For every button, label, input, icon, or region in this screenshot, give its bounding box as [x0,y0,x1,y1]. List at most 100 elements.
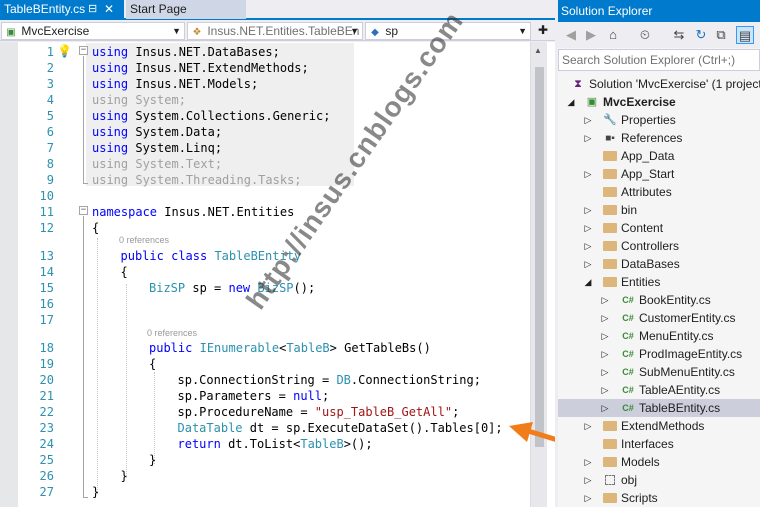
code-line-4: using System; [92,93,186,107]
tree-item-app-data[interactable]: App_Data [558,147,760,165]
tree-item-databases[interactable]: ▷ DataBases [558,255,760,273]
line-number: 5 [46,109,54,123]
forward-icon[interactable]: ▶ [582,26,600,44]
collapsed-arrow-icon[interactable]: ▷ [583,165,593,183]
close-icon[interactable]: ✕ [104,0,114,19]
tree-item-properties[interactable]: ▷ 🔧 Properties [558,111,760,129]
tree-item-controllers[interactable]: ▷ Controllers [558,237,760,255]
tree-item-app-start[interactable]: ▷ App_Start [558,165,760,183]
collapse-toggle-icon[interactable]: − [79,206,88,215]
tree-file-tablebentity[interactable]: ▷ C# TableBEntity.cs [558,399,760,417]
codelens-references[interactable]: 0 references [147,327,197,339]
tree-item-label: Models [621,455,660,469]
tree-file-submenuentity[interactable]: ▷ C# SubMenuEntity.cs [558,363,760,381]
back-icon[interactable]: ◀ [562,26,580,44]
collapsed-arrow-icon[interactable]: ▷ [583,255,593,273]
tree-solution[interactable]: ⧗ Solution 'MvcExercise' (1 project) [558,75,760,93]
tree-item-label: bin [621,203,638,217]
codelens-references[interactable]: 0 references [119,234,169,246]
collapsed-arrow-icon[interactable]: ▷ [583,237,593,255]
tree-file-bookentity[interactable]: ▷ C# BookEntity.cs [558,291,760,309]
tree-item-label: App_Data [621,149,675,163]
collapsed-arrow-icon[interactable]: ▷ [600,381,610,399]
tree-file-prodimageentity[interactable]: ▷ C# ProdImageEntity.cs [558,345,760,363]
type-dropdown[interactable]: ❖ Insus.NET.Entities.TableBEn ▼ [187,22,363,40]
tree-item-label: SubMenuEntity.cs [639,365,735,379]
collapsed-arrow-icon[interactable]: ▷ [600,327,610,345]
folder-icon [602,237,618,257]
collapsed-arrow-icon[interactable]: ▷ [600,399,610,417]
collapsed-arrow-icon[interactable]: ▷ [600,345,610,363]
tree-file-customerentity[interactable]: ▷ C# CustomerEntity.cs [558,309,760,327]
tree-project[interactable]: ◢ ▣ MvcExercise [558,93,760,111]
tree-item-references[interactable]: ▷ ■▪ References [558,129,760,147]
home-icon[interactable]: ⌂ [604,26,622,44]
tab-tablebentity[interactable]: TableBEntity.cs ⊟ ✕ [0,0,124,19]
tree-item-label: Solution 'MvcExercise' (1 project) [589,77,760,91]
tree-item-attributes[interactable]: Attributes [558,183,760,201]
folder-icon [602,255,618,275]
folder-icon [602,273,618,293]
line-number: 13 [39,249,54,263]
collapsed-arrow-icon[interactable]: ▷ [583,111,593,129]
scroll-up-icon[interactable]: ▲ [534,46,542,55]
code-editor[interactable]: 1 2 3 4 5 6 7 8 9 10 11 12 13 14 15 16 17 18 19 20 21 22 23 24 2… [0,6,593,507]
solution-explorer-search[interactable]: Search Solution Explorer (Ctrl+;) [558,49,760,71]
line-number: 26 [39,469,54,483]
collapsed-arrow-icon[interactable]: ▷ [583,129,593,147]
line-number: 16 [39,297,54,311]
line-number: 22 [39,405,54,419]
collapsed-arrow-icon[interactable]: ▷ [583,417,593,435]
tree-file-tableaentity[interactable]: ▷ C# TableAEntity.cs [558,381,760,399]
code-line-7: using System.Linq; [92,141,223,155]
document-tab-strip: TableBEntity.cs ⊟ ✕ Start Page [0,0,555,20]
history-icon[interactable]: ⏲ [636,26,654,44]
collapsed-arrow-icon[interactable]: ▷ [600,291,610,309]
show-all-files-icon[interactable]: ▤ [736,26,754,44]
tree-item-scripts[interactable]: ▷ Scripts [558,489,760,507]
tree-item-label: ProdImageEntity.cs [639,347,743,361]
tree-item-label: ExtendMethods [621,419,705,433]
tree-item-label: DataBases [621,257,680,271]
indent-guide [126,284,127,478]
collapsed-arrow-icon[interactable]: ▷ [583,219,593,237]
collapsed-arrow-icon[interactable]: ▷ [600,309,610,327]
collapsed-arrow-icon[interactable]: ▷ [583,453,593,471]
collapse-toggle-icon[interactable]: − [79,46,88,55]
sync-icon[interactable]: ⇆ [670,26,688,44]
csharp-file-icon: C# [622,367,634,377]
tree-item-bin[interactable]: ▷ bin [558,201,760,219]
split-window-icon[interactable]: ✚ [533,22,553,40]
tree-item-entities[interactable]: ◢ Entities [558,273,760,291]
tree-item-models[interactable]: ▷ Models [558,453,760,471]
collapse-icon[interactable]: ⧉ [712,26,730,44]
wrench-icon: 🔧 [603,114,617,126]
code-line-14: { [120,265,128,279]
tree-item-extendmethods[interactable]: ▷ ExtendMethods [558,417,760,435]
code-area[interactable]: − − using Insus.NET.DataBases; using Insu… [64,42,530,507]
tab-start-page[interactable]: Start Page [126,0,246,19]
scrollbar-thumb[interactable] [535,67,544,447]
refresh-icon[interactable]: ↻ [692,26,710,44]
tree-item-interfaces[interactable]: Interfaces [558,435,760,453]
folder-icon [602,417,618,437]
tree-item-obj[interactable]: ▷ obj [558,471,760,489]
tree-item-label: TableAEntity.cs [639,383,721,397]
expanded-arrow-icon[interactable]: ◢ [583,273,593,291]
line-number: 24 [39,437,54,451]
class-icon: ❖ [192,27,202,38]
collapsed-arrow-icon[interactable]: ▷ [583,201,593,219]
project-dropdown[interactable]: ▣ MvcExercise ▼ [1,22,185,40]
tree-file-menuentity[interactable]: ▷ C# MenuEntity.cs [558,327,760,345]
collapsed-arrow-icon[interactable]: ▷ [583,489,593,507]
tree-item-content[interactable]: ▷ Content [558,219,760,237]
line-number: 12 [39,221,54,235]
csharp-project-icon: ▣ [586,96,598,108]
expanded-arrow-icon[interactable]: ◢ [566,93,576,111]
collapsed-arrow-icon[interactable]: ▷ [600,363,610,381]
line-number: 6 [46,125,54,139]
pin-icon[interactable]: ⊟ [88,0,97,19]
tree-item-label: Controllers [621,239,680,253]
tree-item-label: References [621,131,683,145]
collapsed-arrow-icon[interactable]: ▷ [583,471,593,489]
